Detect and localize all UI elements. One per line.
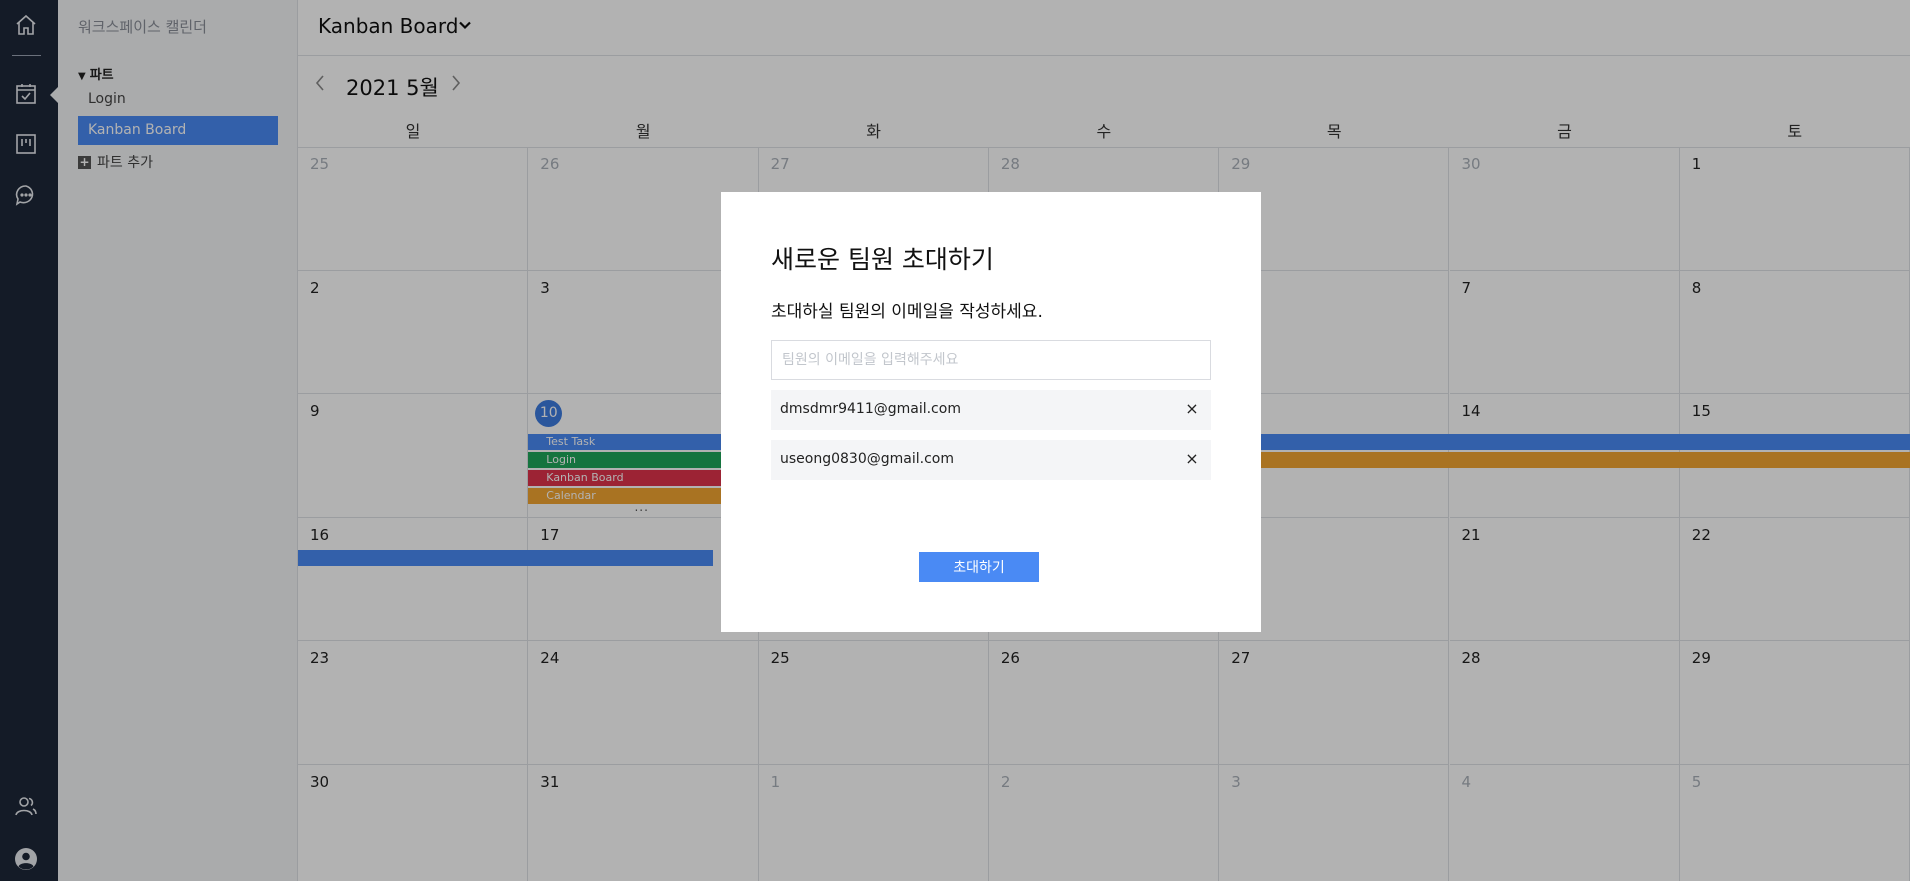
close-icon[interactable]: × <box>1181 398 1203 420</box>
email-input[interactable] <box>771 340 1211 380</box>
modal-title: 새로운 팀원 초대하기 <box>771 245 994 274</box>
email-chip: useong0830@gmail.com × <box>771 440 1211 480</box>
modal-subtitle: 초대하실 팀원의 이메일을 작성하세요. <box>771 302 1043 322</box>
close-icon[interactable]: × <box>1181 448 1203 470</box>
email-chip-text: dmsdmr9411@gmail.com <box>780 401 961 417</box>
email-chip-text: useong0830@gmail.com <box>780 451 954 467</box>
invite-member-modal: 새로운 팀원 초대하기 초대하실 팀원의 이메일을 작성하세요. dmsdmr9… <box>721 192 1261 632</box>
email-chip: dmsdmr9411@gmail.com × <box>771 390 1211 430</box>
invite-button[interactable]: 초대하기 <box>919 552 1039 582</box>
